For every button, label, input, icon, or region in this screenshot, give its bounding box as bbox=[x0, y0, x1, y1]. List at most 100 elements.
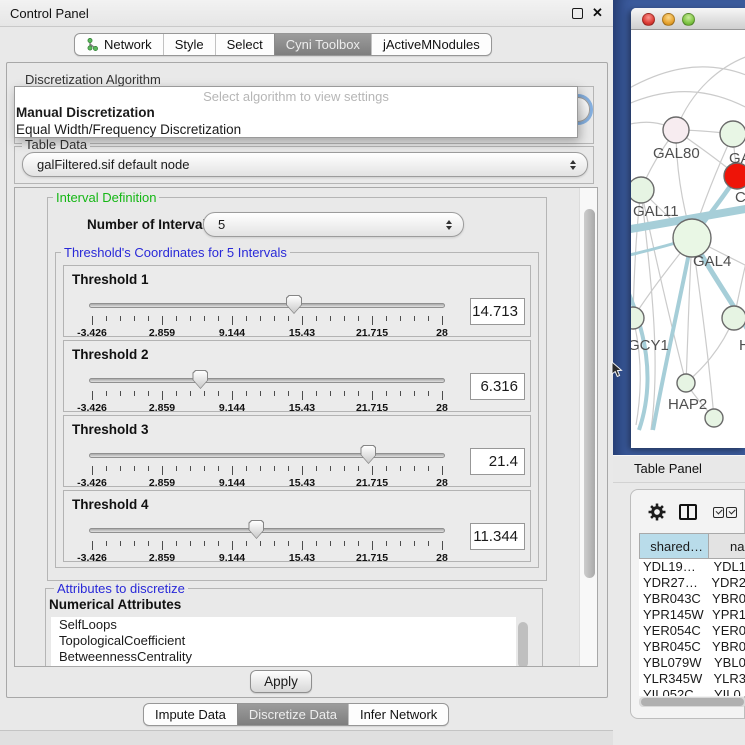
select-columns-icon[interactable] bbox=[713, 507, 724, 518]
node-h[interactable] bbox=[722, 306, 745, 330]
column-header-name[interactable]: na bbox=[709, 533, 745, 559]
table-data-selected-value: galFiltered.sif default node bbox=[37, 157, 189, 172]
node-gal80[interactable] bbox=[663, 117, 689, 143]
table-row[interactable]: YDL19…YDL1 bbox=[639, 559, 745, 575]
threshold-value-field[interactable]: 14.713 bbox=[470, 298, 525, 325]
table-row[interactable]: YIL052CYIL0 bbox=[639, 687, 745, 696]
zoom-traffic-light[interactable] bbox=[682, 13, 695, 26]
attributes-group-title: Attributes to discretize bbox=[54, 581, 188, 596]
node-bottom[interactable] bbox=[705, 409, 723, 427]
horizontal-scrollbar-thumb[interactable] bbox=[641, 698, 744, 706]
tab-label: Cyni Toolbox bbox=[286, 37, 360, 52]
node-table-rows[interactable]: YDL19…YDL1 YDR27…YDR2 YBR043CYBR0 YPR145… bbox=[639, 559, 745, 696]
control-panel-tabs: Network Style Select Cyni Toolbox jActiv… bbox=[74, 33, 492, 56]
threshold-label: Threshold 3 bbox=[72, 422, 149, 437]
table-data-combobox[interactable]: galFiltered.sif default node bbox=[22, 152, 588, 177]
tab-jactivemnodules[interactable]: jActiveMNodules bbox=[371, 34, 491, 55]
table-row[interactable]: YER054CYER0 bbox=[639, 623, 745, 639]
list-item[interactable]: SelfLoops bbox=[51, 617, 516, 633]
slider-ticks bbox=[92, 316, 442, 325]
window-bottom-edge bbox=[0, 730, 613, 745]
slider-tick-labels: -3.4262.8599.14415.4321.71528 bbox=[92, 552, 442, 564]
threshold-slider-3[interactable]: -3.4262.8599.14415.4321.71528 bbox=[89, 444, 445, 486]
vertical-scrollbar[interactable] bbox=[579, 188, 598, 666]
list-item[interactable]: BetweennessCentrality bbox=[51, 649, 516, 665]
node-top-right[interactable] bbox=[720, 121, 745, 147]
threshold-slider-4[interactable]: -3.4262.8599.14415.4321.71528 bbox=[89, 519, 445, 561]
window-title: Control Panel bbox=[10, 6, 89, 21]
slider-tick-labels: -3.4262.8599.14415.4321.71528 bbox=[92, 477, 442, 489]
threshold-value-field[interactable]: 11.344 bbox=[470, 523, 525, 550]
tab-cyni-toolbox[interactable]: Cyni Toolbox bbox=[274, 34, 371, 55]
numerical-attributes-list[interactable]: SelfLoops TopologicalCoefficient Between… bbox=[51, 617, 516, 667]
number-of-intervals-value: 5 bbox=[218, 217, 225, 232]
list-item[interactable]: TopologicalCoefficient bbox=[51, 633, 516, 649]
float-window-icon[interactable] bbox=[572, 8, 583, 19]
close-traffic-light[interactable] bbox=[642, 13, 655, 26]
number-of-intervals-combobox[interactable]: 5 bbox=[203, 212, 464, 237]
tab-network[interactable]: Network bbox=[75, 34, 163, 55]
tab-style[interactable]: Style bbox=[163, 34, 215, 55]
table-row[interactable]: YBR045CYBR0 bbox=[639, 639, 745, 655]
screen: { "window": { "title": "Control Panel" }… bbox=[0, 0, 745, 745]
algorithm-popup-hint: Select algorithm to view settings bbox=[15, 89, 577, 104]
slider-track[interactable] bbox=[89, 378, 445, 383]
slider-thumb[interactable] bbox=[286, 295, 302, 314]
node-gal4[interactable] bbox=[673, 219, 711, 257]
algorithm-option-manual[interactable]: Manual Discretization bbox=[16, 105, 155, 120]
vertical-scrollbar-thumb[interactable] bbox=[584, 209, 595, 578]
slider-track[interactable] bbox=[89, 303, 445, 308]
slider-ticks bbox=[92, 541, 442, 550]
slider-thumb[interactable] bbox=[248, 520, 264, 539]
threshold-slider-2[interactable]: -3.4262.8599.14415.4321.71528 bbox=[89, 369, 445, 411]
close-icon[interactable]: ✕ bbox=[592, 5, 603, 21]
horizontal-scrollbar[interactable] bbox=[639, 697, 745, 707]
control-panel-titlebar: Control Panel ✕ bbox=[0, 0, 613, 27]
table-row[interactable]: YPR145WYPR1 bbox=[639, 607, 745, 623]
threshold-label: Threshold 4 bbox=[72, 497, 149, 512]
minimize-traffic-light[interactable] bbox=[662, 13, 675, 26]
threshold-label: Threshold 2 bbox=[72, 347, 149, 362]
tab-label: Infer Network bbox=[360, 707, 437, 722]
algorithm-dropdown-popup: Select algorithm to view settings Manual… bbox=[14, 86, 578, 138]
list-scrollbar-thumb[interactable] bbox=[518, 622, 528, 667]
split-panel-icon[interactable] bbox=[679, 504, 697, 520]
node-label: GAL4 bbox=[693, 253, 731, 270]
threshold-panel-3: Threshold 3 -3.4262.8599.14415.4321.7152… bbox=[63, 415, 531, 487]
threshold-panel-4: Threshold 4 -3.4262.8599.14415.4321.7152… bbox=[63, 490, 531, 562]
apply-button[interactable]: Apply bbox=[250, 670, 312, 693]
node-table-panel: shared… na YDL19…YDL1 YDR27…YDR2 YBR043C… bbox=[630, 489, 745, 719]
select-all-icon[interactable] bbox=[726, 507, 737, 518]
number-of-intervals-label: Number of Intervals bbox=[87, 217, 214, 232]
table-row[interactable]: YBR043CYBR0 bbox=[639, 591, 745, 607]
table-row[interactable]: YBL079WYBL0 bbox=[639, 655, 745, 671]
algorithm-option-equal-width[interactable]: Equal Width/Frequency Discretization bbox=[16, 122, 241, 137]
threshold-value-field[interactable]: 6.316 bbox=[470, 373, 525, 400]
gear-icon[interactable] bbox=[648, 503, 666, 521]
slider-thumb[interactable] bbox=[360, 445, 376, 464]
tab-discretize-data[interactable]: Discretize Data bbox=[237, 704, 348, 725]
slider-thumb[interactable] bbox=[192, 370, 208, 389]
threshold-slider-1[interactable]: -3.4262.8599.14415.4321.71528 bbox=[89, 294, 445, 336]
node-label: GCY1 bbox=[631, 337, 669, 354]
column-header-shared-name[interactable]: shared… bbox=[639, 533, 709, 559]
tab-select[interactable]: Select bbox=[215, 34, 274, 55]
slider-ticks bbox=[92, 391, 442, 400]
node-label: HAP2 bbox=[668, 396, 707, 413]
node-gal11[interactable] bbox=[631, 177, 654, 203]
network-icon bbox=[86, 38, 99, 51]
tab-infer-network[interactable]: Infer Network bbox=[348, 704, 448, 725]
combo-stepper-icon bbox=[570, 160, 576, 170]
tab-label: Discretize Data bbox=[249, 707, 337, 722]
network-window-titlebar[interactable] bbox=[631, 8, 745, 30]
slider-track[interactable] bbox=[89, 453, 445, 458]
mouse-cursor bbox=[611, 361, 624, 379]
network-canvas[interactable]: GAL80 GA C GAL11 GAL4 GCY1 H HAP2 bbox=[631, 30, 745, 448]
node-hap2[interactable] bbox=[677, 374, 695, 392]
node-label: GAL11 bbox=[633, 203, 679, 220]
threshold-value-field[interactable]: 21.4 bbox=[470, 448, 525, 475]
table-row[interactable]: YLR345WYLR3 bbox=[639, 671, 745, 687]
table-row[interactable]: YDR27…YDR2 bbox=[639, 575, 745, 591]
tab-impute-data[interactable]: Impute Data bbox=[144, 704, 237, 725]
slider-track[interactable] bbox=[89, 528, 445, 533]
